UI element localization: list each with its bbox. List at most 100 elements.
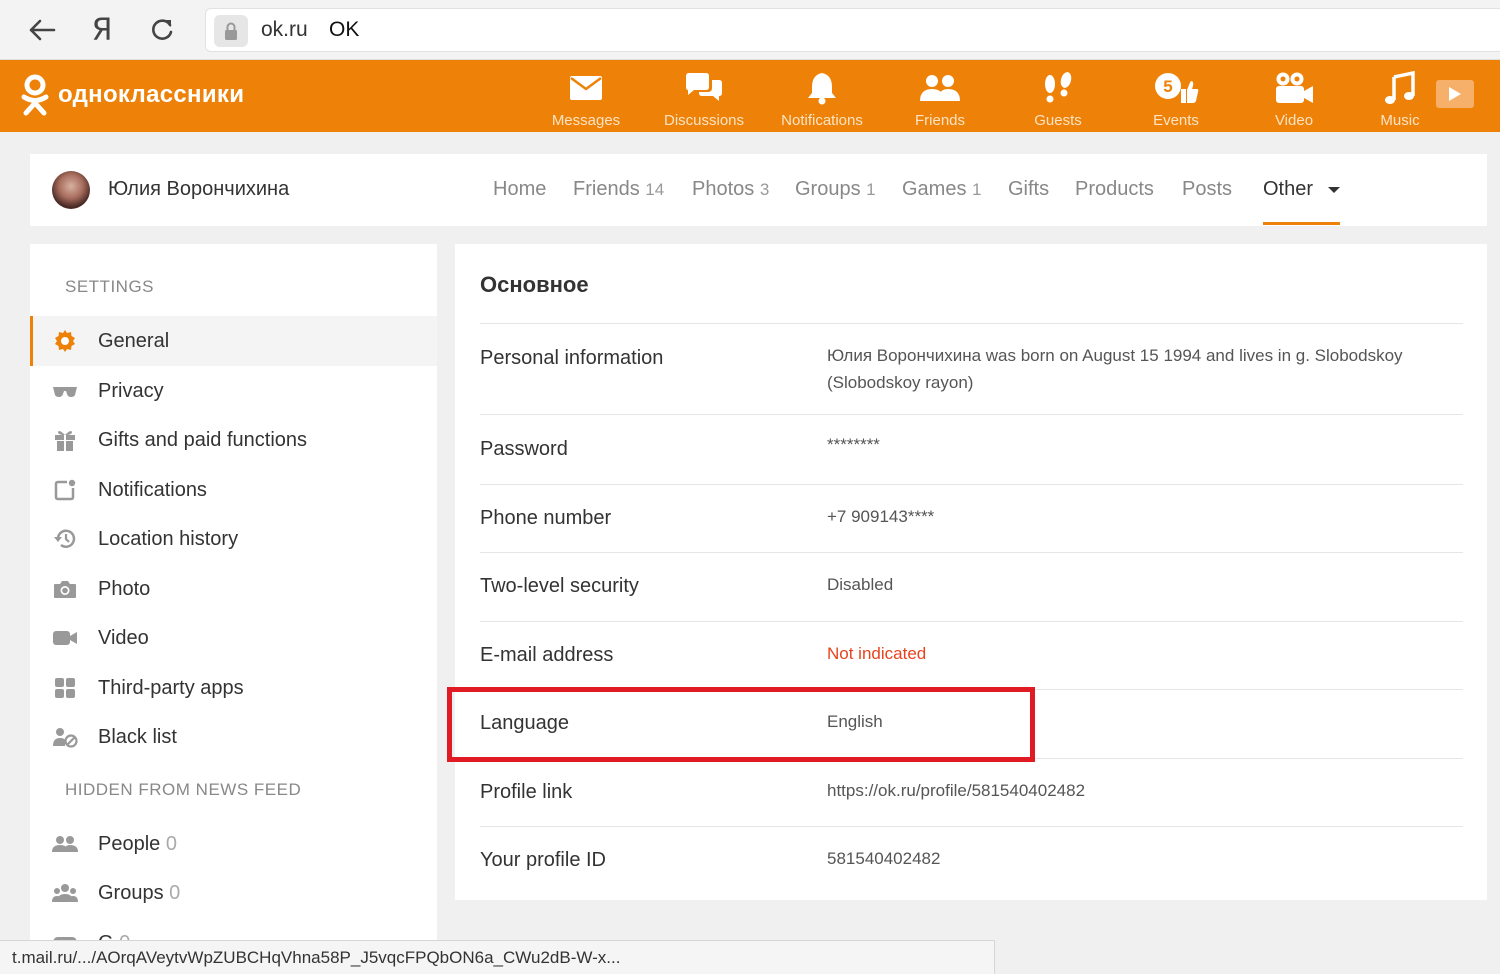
tab-products[interactable]: Products (1075, 178, 1154, 201)
settings-row-two-level-security[interactable]: Two-level security Disabled (480, 552, 1463, 621)
notification-icon (52, 477, 78, 503)
settings-section-title: SETTINGS (65, 277, 155, 296)
row-value: 581540402482 (827, 849, 941, 868)
address-bar[interactable]: ok.ru OK (205, 8, 1500, 52)
sidebar-item-label: Privacy (98, 379, 164, 402)
sidebar-item-notifications[interactable]: Notifications (30, 465, 437, 515)
browser-toolbar: Я ok.ru OK (0, 0, 1500, 60)
sidebar-item-label: General (98, 329, 170, 352)
gift-icon (52, 427, 78, 453)
avatar[interactable] (52, 171, 90, 209)
chat-bubbles-icon (649, 68, 759, 108)
settings-sidebar: SETTINGS General Privacy Gifts and paid … (30, 244, 437, 974)
sidebar-item-label: Photo (98, 577, 151, 600)
tab-groups[interactable]: Groups 1 (795, 178, 876, 201)
yandex-logo-icon[interactable]: Я (82, 10, 122, 50)
sidebar-item-label: Video (98, 626, 149, 649)
sidebar-item-label: Notifications (98, 478, 207, 501)
nav-events[interactable]: 5 Events (1121, 68, 1231, 129)
envelope-icon (531, 68, 641, 108)
sidebar-item-privacy[interactable]: Privacy (30, 366, 437, 416)
tab-photos[interactable]: Photos 3 (692, 178, 769, 201)
tab-label: Games (902, 178, 967, 200)
sidebar-item-label: Third-party apps (98, 676, 244, 699)
nav-label: Friends (914, 112, 966, 129)
highlight-annotation-box (447, 687, 1035, 762)
sidebar-item-gifts[interactable]: Gifts and paid functions (30, 415, 437, 465)
tab-count: 3 (759, 180, 770, 199)
tab-count: 14 (645, 180, 665, 199)
sidebar-item-hidden-people[interactable]: People 0 (30, 819, 437, 869)
reload-icon[interactable] (142, 10, 182, 50)
sidebar-item-label: Gifts and paid functions (98, 428, 308, 451)
nav-messages[interactable]: Messages (531, 68, 641, 129)
nav-guests[interactable]: Guests (1003, 68, 1113, 129)
tab-home[interactable]: Home (493, 178, 546, 201)
row-label: Phone number (480, 507, 612, 529)
row-value: +7 909143**** (827, 507, 935, 526)
row-value: Not indicated (827, 644, 927, 663)
row-value: Юлия Ворончихина was born on August 15 1… (827, 346, 1403, 392)
sidebar-item-third-party-apps[interactable]: Third-party apps (30, 663, 437, 713)
hidden-item-count: 0 (165, 832, 177, 855)
settings-row-personal-info[interactable]: Personal information Юлия Ворончихина wa… (480, 323, 1463, 414)
video-icon (52, 625, 78, 651)
status-bar-url: t.mail.ru/.../AOrqAVeytvWpZUBCHqVhna58P_… (0, 940, 995, 974)
url-text[interactable]: ok.ru (261, 18, 308, 42)
tab-gifts[interactable]: Gifts (1008, 178, 1049, 201)
back-arrow-icon[interactable] (22, 10, 62, 50)
row-label: E-mail address (480, 644, 614, 666)
hidden-item-count: 0 (169, 881, 181, 904)
site-header: одноклассники Messages Discussions Notif… (0, 60, 1500, 132)
nav-label: Music (1380, 112, 1420, 129)
sidebar-item-general[interactable]: General (30, 316, 437, 366)
sidebar-item-location-history[interactable]: Location history (30, 514, 437, 564)
sidebar-item-video[interactable]: Video (30, 613, 437, 663)
logo-text: одноклассники (58, 81, 245, 108)
hidden-item-label: People (98, 832, 161, 855)
sidebar-item-black-list[interactable]: Black list (30, 712, 437, 762)
settings-row-email[interactable]: E-mail address Not indicated (480, 621, 1463, 689)
tab-posts[interactable]: Posts (1182, 178, 1232, 201)
gear-icon (52, 328, 78, 354)
nav-friends[interactable]: Friends (885, 68, 995, 129)
ok-logo-icon (21, 74, 49, 116)
nav-label: Notifications (781, 112, 863, 129)
nav-video[interactable]: Video (1239, 68, 1349, 129)
nav-discussions[interactable]: Discussions (649, 68, 759, 129)
lock-icon[interactable] (214, 15, 248, 47)
tab-label: Other (1263, 178, 1314, 200)
nav-label: Guests (1034, 112, 1082, 129)
tab-label: Posts (1182, 178, 1233, 200)
sidebar-item-label: People 0 (98, 833, 177, 856)
settings-row-profile-link[interactable]: Profile link https://ok.ru/profile/58154… (480, 758, 1463, 826)
profile-name[interactable]: Юлия Ворончихина (108, 178, 289, 201)
caret-down-icon (1327, 186, 1340, 193)
nav-label: Video (1274, 112, 1314, 129)
settings-row-password[interactable]: Password ******** (480, 414, 1463, 484)
history-icon (52, 526, 78, 552)
section-heading: Основное (480, 272, 589, 297)
sidebar-item-photo[interactable]: Photo (30, 564, 437, 614)
settings-row-phone[interactable]: Phone number +7 909143**** (480, 484, 1463, 552)
row-label: Password (480, 438, 568, 460)
hidden-section-title: HIDDEN FROM NEWS FEED (65, 780, 302, 799)
tab-count: 1 (866, 180, 876, 199)
profile-bar: Юлия Ворончихина Home Friends 14 Photos … (30, 154, 1487, 226)
row-value: ******** (827, 435, 880, 454)
settings-row-profile-id[interactable]: Your profile ID 581540402482 (480, 826, 1463, 894)
nav-label: Messages (551, 112, 621, 129)
sidebar-item-label: Location history (98, 527, 239, 550)
tab-other[interactable]: Other (1263, 178, 1341, 201)
sidebar-item-label: Groups 0 (98, 882, 180, 905)
nav-label: Events (1153, 112, 1199, 129)
tab-games[interactable]: Games 1 (902, 178, 982, 201)
camera-icon (52, 576, 78, 602)
tab-friends[interactable]: Friends 14 (573, 178, 664, 201)
ok-logo[interactable]: одноклассники (20, 74, 244, 116)
apps-grid-icon (52, 675, 78, 701)
groups-icon (52, 880, 78, 906)
music-player-button[interactable] (1436, 80, 1474, 108)
nav-notifications[interactable]: Notifications (767, 68, 877, 129)
sidebar-item-hidden-groups[interactable]: Groups 0 (30, 868, 437, 918)
